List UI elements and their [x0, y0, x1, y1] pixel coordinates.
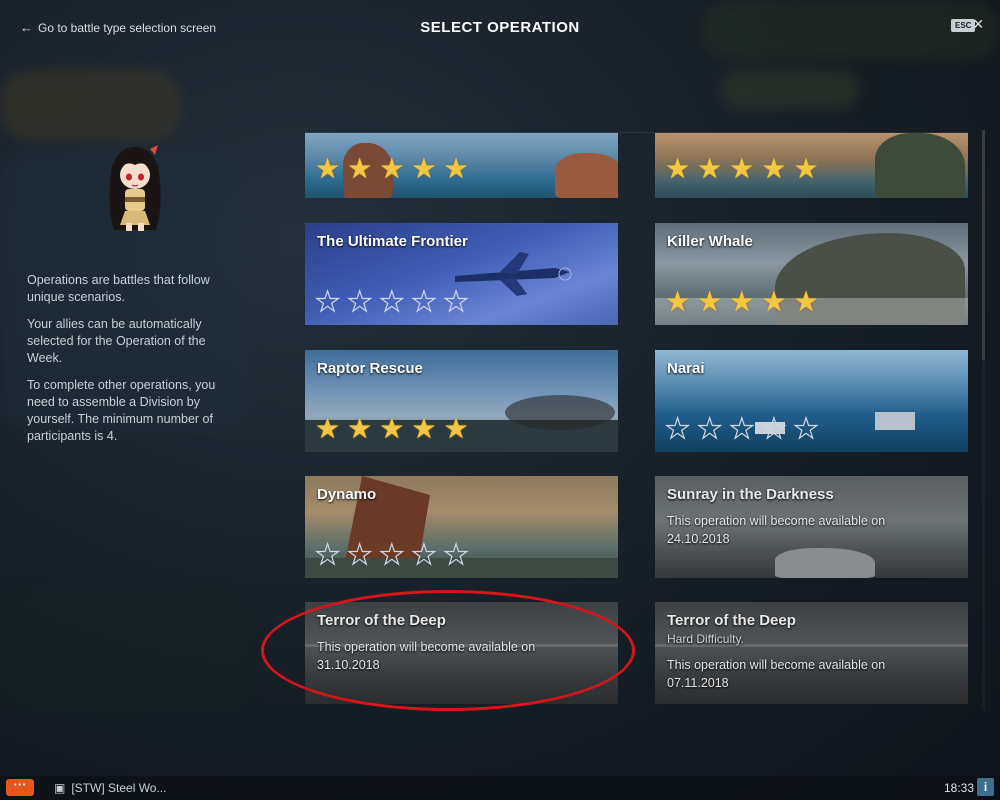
info-paragraph: To complete other operations, you need t…: [27, 378, 216, 443]
operation-card-dynamo[interactable]: Dynamo ★ ★ ★ ★ ★: [305, 476, 618, 578]
availability-date: 31.10.2018: [317, 658, 380, 672]
star-empty-icon: ★: [443, 286, 469, 317]
star-filled-icon: ★: [697, 153, 723, 184]
chat-icon: ▣: [54, 781, 66, 795]
star-empty-icon: ★: [347, 286, 373, 317]
star-rating: ★ ★ ★ ★ ★: [664, 413, 819, 444]
star-filled-icon: ★: [411, 153, 437, 184]
operation-title: Narai: [667, 360, 705, 377]
star-empty-icon: ★: [697, 413, 723, 444]
operation-card-killer-whale[interactable]: Killer Whale ★ ★ ★ ★ ★: [655, 223, 968, 325]
operation-title: Sunray in the Darkness: [667, 486, 834, 503]
availability-text: This operation will become available on: [667, 658, 886, 672]
scenery-rock: [875, 133, 965, 198]
scenery-smoke: [505, 395, 615, 430]
star-filled-icon: ★: [793, 153, 819, 184]
close-button[interactable]: ×: [973, 14, 984, 35]
bottom-taskbar: ··· ▣ [STW] Steel Wo... 18:33 i: [0, 776, 1000, 800]
star-rating: ★ ★ ★ ★ ★: [315, 415, 469, 443]
star-filled-icon: ★: [729, 286, 755, 317]
star-empty-icon: ★: [729, 413, 755, 444]
availability-text: This operation will become available on: [317, 640, 536, 654]
star-filled-icon: ★: [315, 413, 341, 444]
scenery-ship: [875, 412, 915, 430]
scrollbar-thumb[interactable]: [982, 130, 985, 360]
operation-title: Terror of the Deep: [667, 612, 796, 629]
operation-card-sunray-in-the-darkness[interactable]: Sunray in the Darkness This operation wi…: [655, 476, 968, 578]
star-filled-icon: ★: [443, 413, 469, 444]
star-rating: ★ ★ ★ ★ ★: [314, 539, 469, 570]
operation-card-terror-of-the-deep[interactable]: Terror of the Deep This operation will b…: [305, 602, 618, 704]
operation-title: Dynamo: [317, 486, 377, 503]
star-empty-icon: ★: [411, 539, 437, 570]
star-filled-icon: ★: [379, 413, 405, 444]
star-empty-icon: ★: [793, 413, 819, 444]
availability-notice: This operation will become available on …: [667, 512, 885, 548]
star-filled-icon: ★: [729, 153, 755, 184]
page-title: SELECT OPERATION: [420, 19, 580, 36]
chat-tab[interactable]: ▣ [STW] Steel Wo...: [54, 781, 166, 795]
star-empty-icon: ★: [379, 286, 405, 317]
star-filled-icon: ★: [761, 286, 787, 317]
operation-title: Terror of the Deep: [317, 612, 446, 629]
star-empty-icon: ★: [314, 539, 341, 570]
star-rating: ★ ★ ★ ★ ★: [314, 286, 469, 317]
availability-date: 07.11.2018: [667, 676, 729, 690]
esc-key-hint: ESC: [951, 19, 976, 32]
star-filled-icon: ★: [347, 413, 373, 444]
star-empty-icon: ★: [411, 286, 437, 317]
star-rating: ★ ★ ★ ★ ★: [315, 155, 469, 183]
operation-card-narai[interactable]: Narai ★ ★ ★ ★ ★: [655, 350, 968, 452]
operation-card[interactable]: ★ ★ ★ ★ ★: [655, 133, 968, 198]
star-empty-icon: ★: [379, 539, 405, 570]
star-filled-icon: ★: [379, 153, 405, 184]
star-empty-icon: ★: [347, 539, 373, 570]
operation-card-raptor-rescue[interactable]: Raptor Rescue ★ ★ ★ ★ ★: [305, 350, 618, 452]
scenery-island: [775, 548, 875, 578]
operation-card-terror-of-the-deep-hard[interactable]: Terror of the Deep Hard Difficulty. This…: [655, 602, 968, 704]
star-rating: ★ ★ ★ ★ ★: [665, 288, 819, 316]
star-filled-icon: ★: [665, 286, 691, 317]
star-filled-icon: ★: [411, 413, 437, 444]
star-filled-icon: ★: [665, 153, 691, 184]
star-empty-icon: ★: [443, 539, 469, 570]
star-empty-icon: ★: [761, 413, 787, 444]
chibi-character-image: [109, 145, 161, 231]
info-paragraph: Operations are battles that follow uniqu…: [27, 273, 210, 304]
star-filled-icon: ★: [315, 153, 341, 184]
star-empty-icon: ★: [314, 286, 341, 317]
star-filled-icon: ★: [761, 153, 787, 184]
availability-date: 24.10.2018: [667, 532, 730, 546]
star-filled-icon: ★: [697, 286, 723, 317]
star-filled-icon: ★: [793, 286, 819, 317]
main-menu-button[interactable]: ···: [6, 778, 34, 796]
star-filled-icon: ★: [347, 153, 373, 184]
operation-title: The Ultimate Frontier: [317, 233, 468, 250]
availability-text: This operation will become available on: [667, 514, 886, 528]
difficulty-label: Hard Difficulty.: [667, 632, 744, 646]
info-paragraph: Your allies can be automatically selecte…: [27, 317, 206, 365]
availability-notice: This operation will become available on …: [667, 656, 885, 692]
operations-info: Operations are battles that follow uniqu…: [27, 272, 232, 455]
operation-card[interactable]: ★ ★ ★ ★ ★: [305, 133, 618, 198]
star-filled-icon: ★: [443, 153, 469, 184]
chat-tab-label: [STW] Steel Wo...: [71, 781, 167, 795]
operation-card-the-ultimate-frontier[interactable]: The Ultimate Frontier ★ ★ ★ ★ ★: [305, 223, 618, 325]
scenery-rock: [555, 153, 618, 198]
star-empty-icon: ★: [664, 413, 691, 444]
star-rating: ★ ★ ★ ★ ★: [665, 155, 819, 183]
info-button[interactable]: i: [977, 778, 994, 796]
operation-title: Killer Whale: [667, 233, 753, 250]
clock: 18:33: [944, 781, 975, 795]
availability-notice: This operation will become available on …: [317, 638, 535, 674]
operation-title: Raptor Rescue: [317, 360, 423, 377]
top-bar: ← Go to battle type selection screen SEL…: [0, 0, 1000, 56]
